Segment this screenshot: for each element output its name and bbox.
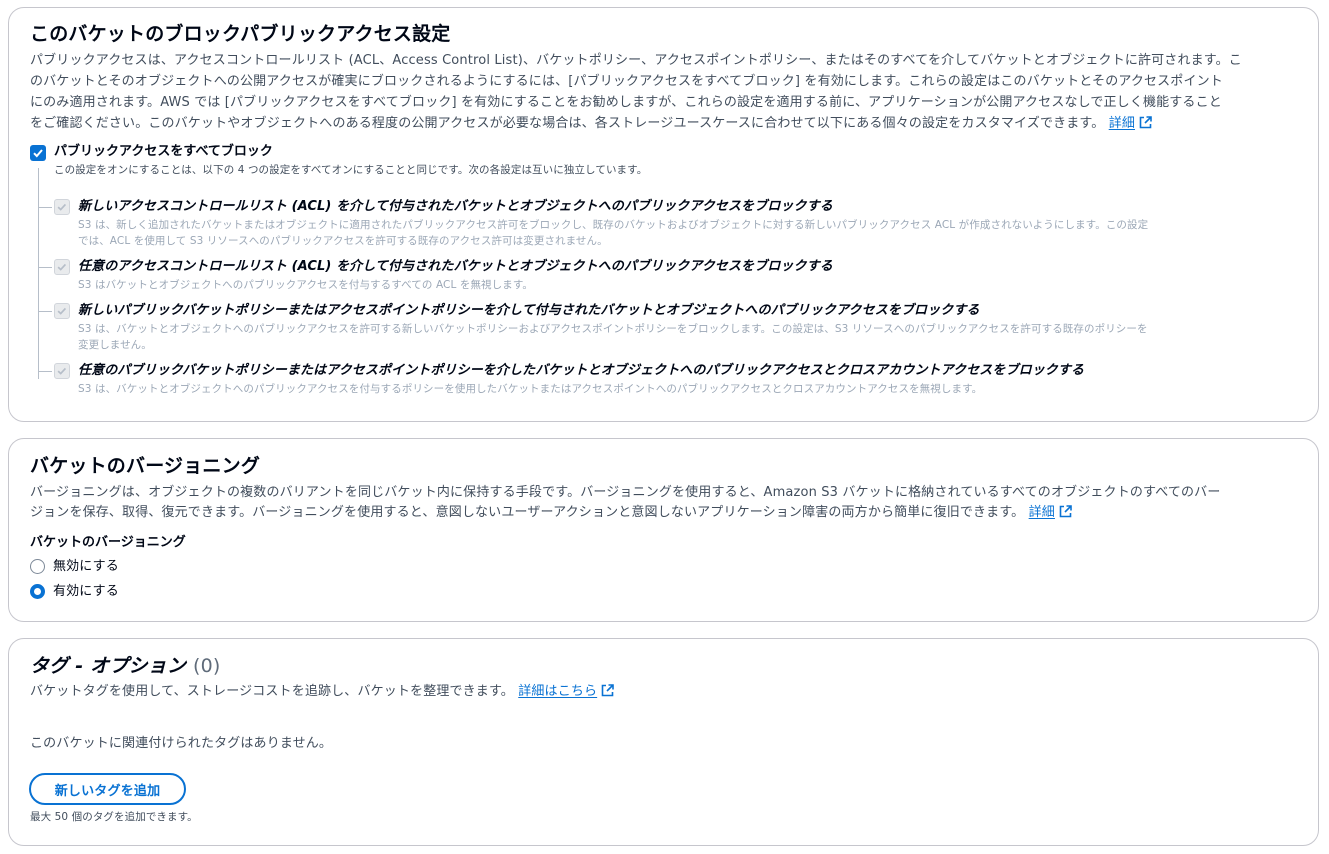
block-public-access-desc-line-3: にのみ適用されます。AWS では [パブリックアクセスをすべてブロック] を有効…	[30, 95, 1222, 110]
option-policy-any-checkbox[interactable]	[54, 363, 70, 379]
tags-description: バケットタグを使用して、ストレージコストを追跡し、バケットを整理できます。	[30, 684, 514, 699]
option-acl-new-desc-line-1: S3 は、新しく追加されたバケットまたはオブジェクトに適用されたパブリックアクセ…	[78, 219, 1149, 231]
tree-branch	[38, 207, 52, 208]
option-acl-new-desc-line-2: では、ACL を使用して S3 リソースへのパブリックアクセスを許可する既存のア…	[78, 235, 608, 247]
checkmark-icon	[57, 263, 67, 271]
versioning-learn-more-link[interactable]: 詳細	[1029, 505, 1072, 520]
tags-title-row: タグ - オプション (0)	[30, 654, 220, 678]
block-all-checkbox[interactable]	[30, 145, 46, 161]
block-public-access-desc-line-4: をご確認ください。このバケットやオブジェクトへのある程度の公開アクセスが必要な場…	[30, 113, 1152, 134]
tags-empty-message: このバケットに関連付けられたタグはありません。	[30, 736, 333, 751]
block-all-label: パブリックアクセスをすべてブロック	[54, 144, 273, 159]
option-acl-any-title: 任意のアクセスコントロールリスト (ACL) を介して付与されたバケットとオブジ…	[78, 259, 833, 274]
versioning-panel: バケットのバージョニング バージョニングは、オブジェクトの複数のバリアントを同じ…	[8, 438, 1319, 622]
versioning-disable-label[interactable]: 無効にする	[53, 556, 119, 577]
tags-title: タグ - オプション	[30, 655, 187, 677]
option-policy-any-title: 任意のパブリックバケットポリシーまたはアクセスポイントポリシーを介したバケットと…	[78, 363, 1085, 378]
tree-branch	[38, 311, 52, 312]
versioning-field-label: バケットのバージョニング	[30, 535, 186, 550]
checkmark-icon	[57, 307, 67, 315]
option-policy-new-title: 新しいパブリックバケットポリシーまたはアクセスポイントポリシーを介して付与された…	[78, 303, 980, 318]
block-public-access-title: このバケットのブロックパブリックアクセス設定	[30, 23, 451, 45]
tags-limit-note: 最大 50 個のタグを追加できます。	[30, 811, 198, 823]
checkmark-icon	[57, 367, 67, 375]
option-acl-new-title: 新しいアクセスコントロールリスト (ACL) を介して付与されたバケットとオブジ…	[78, 199, 833, 214]
versioning-desc-line-1: バージョニングは、オブジェクトの複数のバリアントを同じバケット内に保持する手段で…	[30, 485, 1221, 500]
versioning-enable-label[interactable]: 有効にする	[53, 581, 119, 602]
tags-description-row: バケットタグを使用して、ストレージコストを追跡し、バケットを整理できます。 詳細…	[30, 681, 614, 702]
block-public-access-desc-line-1: パブリックアクセスは、アクセスコントロールリスト (ACL、Access Con…	[30, 53, 1242, 68]
option-acl-new-checkbox[interactable]	[54, 199, 70, 215]
versioning-desc-line-2: ジョンを保存、取得、復元できます。バージョニングを使用すると、意図しないユーザー…	[30, 502, 1072, 523]
versioning-disable-radio[interactable]	[30, 559, 45, 574]
tree-branch	[38, 371, 52, 372]
option-acl-any-desc-line-1: S3 はバケットとオブジェクトへのパブリックアクセスを付与するすべての ACL …	[78, 279, 534, 291]
block-all-description: この設定をオンにすることは、以下の 4 つの設定をすべてオンにすることと同じです…	[54, 164, 648, 176]
option-policy-any-desc-line-1: S3 は、バケットとオブジェクトへのパブリックアクセスを付与するポリシーを使用し…	[78, 383, 983, 395]
tags-count: (0)	[192, 655, 221, 677]
add-tag-button[interactable]: 新しいタグを追加	[29, 773, 186, 805]
checkmark-icon	[33, 149, 43, 158]
option-policy-new-checkbox[interactable]	[54, 303, 70, 319]
external-link-icon	[1059, 505, 1072, 518]
versioning-enable-radio[interactable]	[30, 584, 45, 599]
option-policy-new-desc-line-1: S3 は、バケットとオブジェクトへのパブリックアクセスを許可する新しいバケットポ…	[78, 323, 1148, 335]
option-policy-new-desc-line-2: 変更しません。	[78, 339, 152, 351]
option-acl-any-checkbox[interactable]	[54, 259, 70, 275]
block-public-access-desc-line-2: のバケットとそのオブジェクトへの公開アクセスが確実にブロックされるようにするには…	[30, 74, 1223, 89]
tree-vertical-line	[38, 168, 39, 379]
tree-branch	[38, 267, 52, 268]
external-link-icon	[1139, 116, 1152, 129]
external-link-icon	[601, 684, 614, 697]
checkmark-icon	[57, 203, 67, 211]
versioning-title: バケットのバージョニング	[30, 455, 261, 477]
tags-panel: タグ - オプション (0) バケットタグを使用して、ストレージコストを追跡し、…	[8, 638, 1319, 846]
block-public-access-learn-more-link[interactable]: 詳細	[1109, 116, 1152, 131]
tags-learn-more-link[interactable]: 詳細はこちら	[518, 684, 614, 699]
block-public-access-panel: このバケットのブロックパブリックアクセス設定 パブリックアクセスは、アクセスコン…	[8, 7, 1319, 422]
